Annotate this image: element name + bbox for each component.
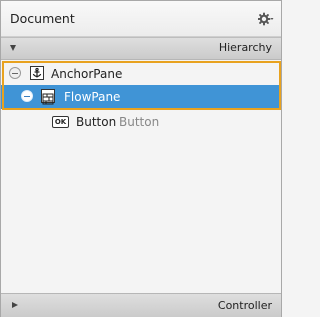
flowpane-icon	[41, 89, 55, 105]
hierarchy-section-header[interactable]: Hierarchy	[1, 37, 281, 60]
document-panel: Document Hierarchy AnchorPane FlowPane O…	[0, 0, 282, 317]
hierarchy-label: Hierarchy	[218, 41, 272, 54]
document-title: Document	[10, 11, 75, 26]
gear-icon[interactable]	[257, 11, 274, 26]
controller-label: Controller	[217, 299, 272, 312]
tree-item-sublabel: Button	[119, 115, 160, 129]
ok-button-icon: OK	[52, 116, 69, 128]
collapse-toggle-icon[interactable]	[9, 67, 21, 79]
controller-section-header[interactable]: Controller	[1, 293, 281, 317]
collapse-toggle-icon[interactable]	[21, 90, 33, 102]
document-header: Document	[1, 1, 281, 37]
hierarchy-tree: AnchorPane FlowPane OK Button Button	[1, 60, 281, 293]
tree-item-label: Button	[76, 115, 117, 129]
expand-arrow-icon[interactable]	[12, 302, 18, 308]
tree-item-label: FlowPane	[64, 90, 121, 104]
tree-item-label: AnchorPane	[51, 67, 123, 81]
collapse-arrow-icon[interactable]	[10, 45, 16, 51]
anchor-icon	[30, 66, 44, 80]
tree-item-flowpane[interactable]: FlowPane	[1, 85, 281, 109]
tree-item-button[interactable]: OK Button Button	[1, 110, 281, 134]
tree-item-anchorpane[interactable]: AnchorPane	[1, 62, 281, 86]
